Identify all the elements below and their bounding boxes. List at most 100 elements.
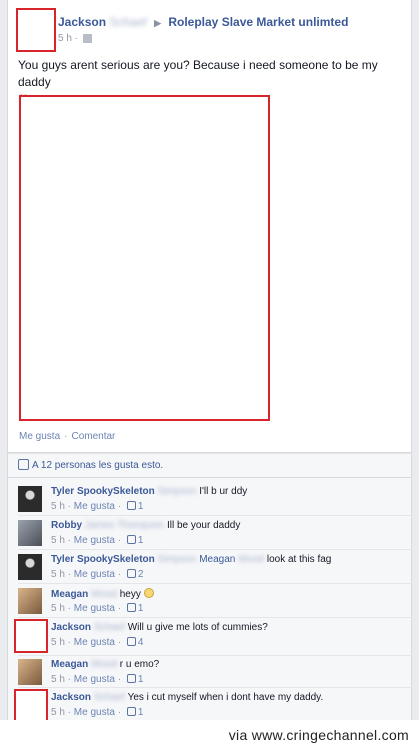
- thumbs-up-icon: [126, 569, 136, 578]
- audience-icon[interactable]: [82, 33, 92, 43]
- comments-list: Tyler SpookySkeleton Simpson I'll b ur d…: [7, 478, 413, 723]
- thumbs-up-icon: [126, 603, 136, 612]
- comment-like-count[interactable]: 1: [138, 501, 144, 512]
- comment-like-button[interactable]: Me gusta: [74, 707, 115, 718]
- commenter-name[interactable]: Tyler SpookySkeleton: [51, 486, 155, 497]
- comment-time[interactable]: 5 h: [51, 535, 65, 546]
- divider: [18, 655, 413, 656]
- post-header: Jackson Schaef ▶ Roleplay Slave Market u…: [58, 15, 348, 29]
- comment-text: Ill be your daddy: [166, 520, 241, 531]
- thumbs-up-icon: [126, 707, 136, 716]
- commenter-avatar[interactable]: [14, 689, 48, 723]
- comment-line: Robby James Thompson Ill be your daddy: [51, 520, 240, 531]
- comment-text: r u emo?: [119, 659, 160, 670]
- comment-text: Will u give me lots of cummies?: [127, 622, 268, 633]
- commenter-surname-blurred: Simpson: [157, 486, 197, 497]
- commenter-surname-blurred: Schaef: [93, 622, 125, 633]
- commenter-surname-blurred: James Thompson: [84, 520, 165, 531]
- comment-like-button[interactable]: Me gusta: [74, 637, 115, 648]
- thumbs-up-icon: [126, 501, 136, 510]
- comment-button[interactable]: Comentar: [71, 431, 115, 442]
- comment-text: heyy: [119, 589, 141, 600]
- comment-time[interactable]: 5 h: [51, 707, 65, 718]
- commenter-name[interactable]: Tyler SpookySkeleton: [51, 554, 155, 565]
- comment-line: Jackson Schaef Yes i cut myself when i d…: [51, 692, 323, 703]
- comment-time[interactable]: 5 h: [51, 637, 65, 648]
- comment-meta: 5 h · Me gusta · 1: [51, 707, 144, 718]
- comment-text: I'll b ur ddy: [199, 486, 248, 497]
- comment-like-count[interactable]: 2: [138, 569, 144, 580]
- comment-meta: 5 h · Me gusta · 4: [51, 637, 144, 648]
- comment-line: Tyler SpookySkeleton Simpson Meagan Wood…: [51, 554, 331, 565]
- thumbs-up-icon: [18, 459, 29, 470]
- tagged-user[interactable]: Meagan: [199, 554, 235, 565]
- watermark-text: via www.cringechannel.com: [228, 727, 409, 743]
- commenter-name[interactable]: Meagan: [51, 589, 88, 600]
- thumbs-up-icon: [126, 637, 136, 646]
- author-surname-blurred: Schaef: [109, 15, 147, 29]
- commenter-avatar[interactable]: [18, 659, 42, 685]
- comment-like-count[interactable]: 1: [138, 603, 144, 614]
- comment-line: Jackson Schaef Will u give me lots of cu…: [51, 622, 268, 633]
- commenter-avatar[interactable]: [18, 554, 42, 580]
- commenter-surname-blurred: Schaef: [93, 692, 125, 703]
- commenter-name[interactable]: Meagan: [51, 659, 88, 670]
- comment-line: Meagan Wood heyy: [51, 588, 154, 600]
- comment-like-button[interactable]: Me gusta: [74, 501, 115, 512]
- comment-meta: 5 h · Me gusta · 1: [51, 603, 144, 614]
- comment-time[interactable]: 5 h: [51, 569, 65, 580]
- divider: [18, 617, 413, 618]
- post-card: Jackson Schaef ▶ Roleplay Slave Market u…: [7, 0, 412, 453]
- commenter-surname-blurred: Simpson: [157, 554, 197, 565]
- comment-time[interactable]: 5 h: [51, 603, 65, 614]
- commenter-avatar[interactable]: [18, 486, 42, 512]
- divider: [18, 549, 413, 550]
- commenter-avatar[interactable]: [14, 619, 48, 653]
- commenter-avatar[interactable]: [18, 588, 42, 614]
- comment-like-button[interactable]: Me gusta: [74, 535, 115, 546]
- author-name[interactable]: Jackson: [58, 15, 106, 29]
- tagged-surname-blurred: Wood: [238, 554, 265, 565]
- comment-like-button[interactable]: Me gusta: [74, 603, 115, 614]
- comment-meta: 5 h · Me gusta · 1: [51, 674, 144, 685]
- comment-like-count[interactable]: 1: [138, 535, 144, 546]
- post-actions: Me gusta · Comentar: [19, 431, 116, 442]
- author-avatar[interactable]: [16, 8, 56, 52]
- comment-like-button[interactable]: Me gusta: [74, 674, 115, 685]
- commenter-surname-blurred: Wood: [91, 659, 117, 670]
- comment-line: Meagan Wood r u emo?: [51, 659, 159, 670]
- likes-text[interactable]: A 12 personas les gusta esto.: [32, 460, 163, 471]
- thumbs-up-icon: [126, 535, 136, 544]
- post-time[interactable]: 5 h: [58, 33, 72, 44]
- commenter-name[interactable]: Robby: [51, 520, 82, 531]
- comment-text: Yes i cut myself when i dont have my dad…: [127, 692, 324, 703]
- divider: [18, 687, 413, 688]
- smiley-icon: [143, 588, 154, 598]
- comment-meta: 5 h · Me gusta · 1: [51, 535, 144, 546]
- arrow-right-icon: ▶: [154, 18, 161, 28]
- comment-time[interactable]: 5 h: [51, 674, 65, 685]
- comment-meta: 5 h · Me gusta · 1: [51, 501, 144, 512]
- commenter-surname-blurred: Wood: [91, 589, 117, 600]
- thumbs-up-icon: [126, 674, 136, 683]
- group-name[interactable]: Roleplay Slave Market unlimted: [168, 15, 348, 29]
- post-meta: 5 h ·: [58, 33, 92, 44]
- comment-like-count[interactable]: 1: [138, 674, 144, 685]
- comment-like-button[interactable]: Me gusta: [74, 569, 115, 580]
- commenter-name[interactable]: Jackson: [51, 692, 91, 703]
- comment-like-count[interactable]: 1: [138, 707, 144, 718]
- divider: [18, 583, 413, 584]
- post-photo[interactable]: [19, 95, 270, 421]
- likes-summary: A 12 personas les gusta esto.: [7, 453, 412, 478]
- comment-meta: 5 h · Me gusta · 2: [51, 569, 144, 580]
- divider: [18, 515, 413, 516]
- commenter-avatar[interactable]: [18, 520, 42, 546]
- comment-line: Tyler SpookySkeleton Simpson I'll b ur d…: [51, 486, 247, 497]
- watermark-bar: via www.cringechannel.com: [0, 720, 419, 750]
- post-body-text: You guys arent serious are you? Because …: [18, 58, 378, 89]
- commenter-name[interactable]: Jackson: [51, 622, 91, 633]
- comment-text: look at this fag: [266, 554, 332, 565]
- comment-time[interactable]: 5 h: [51, 501, 65, 512]
- comment-like-count[interactable]: 4: [138, 637, 144, 648]
- like-button[interactable]: Me gusta: [19, 431, 60, 442]
